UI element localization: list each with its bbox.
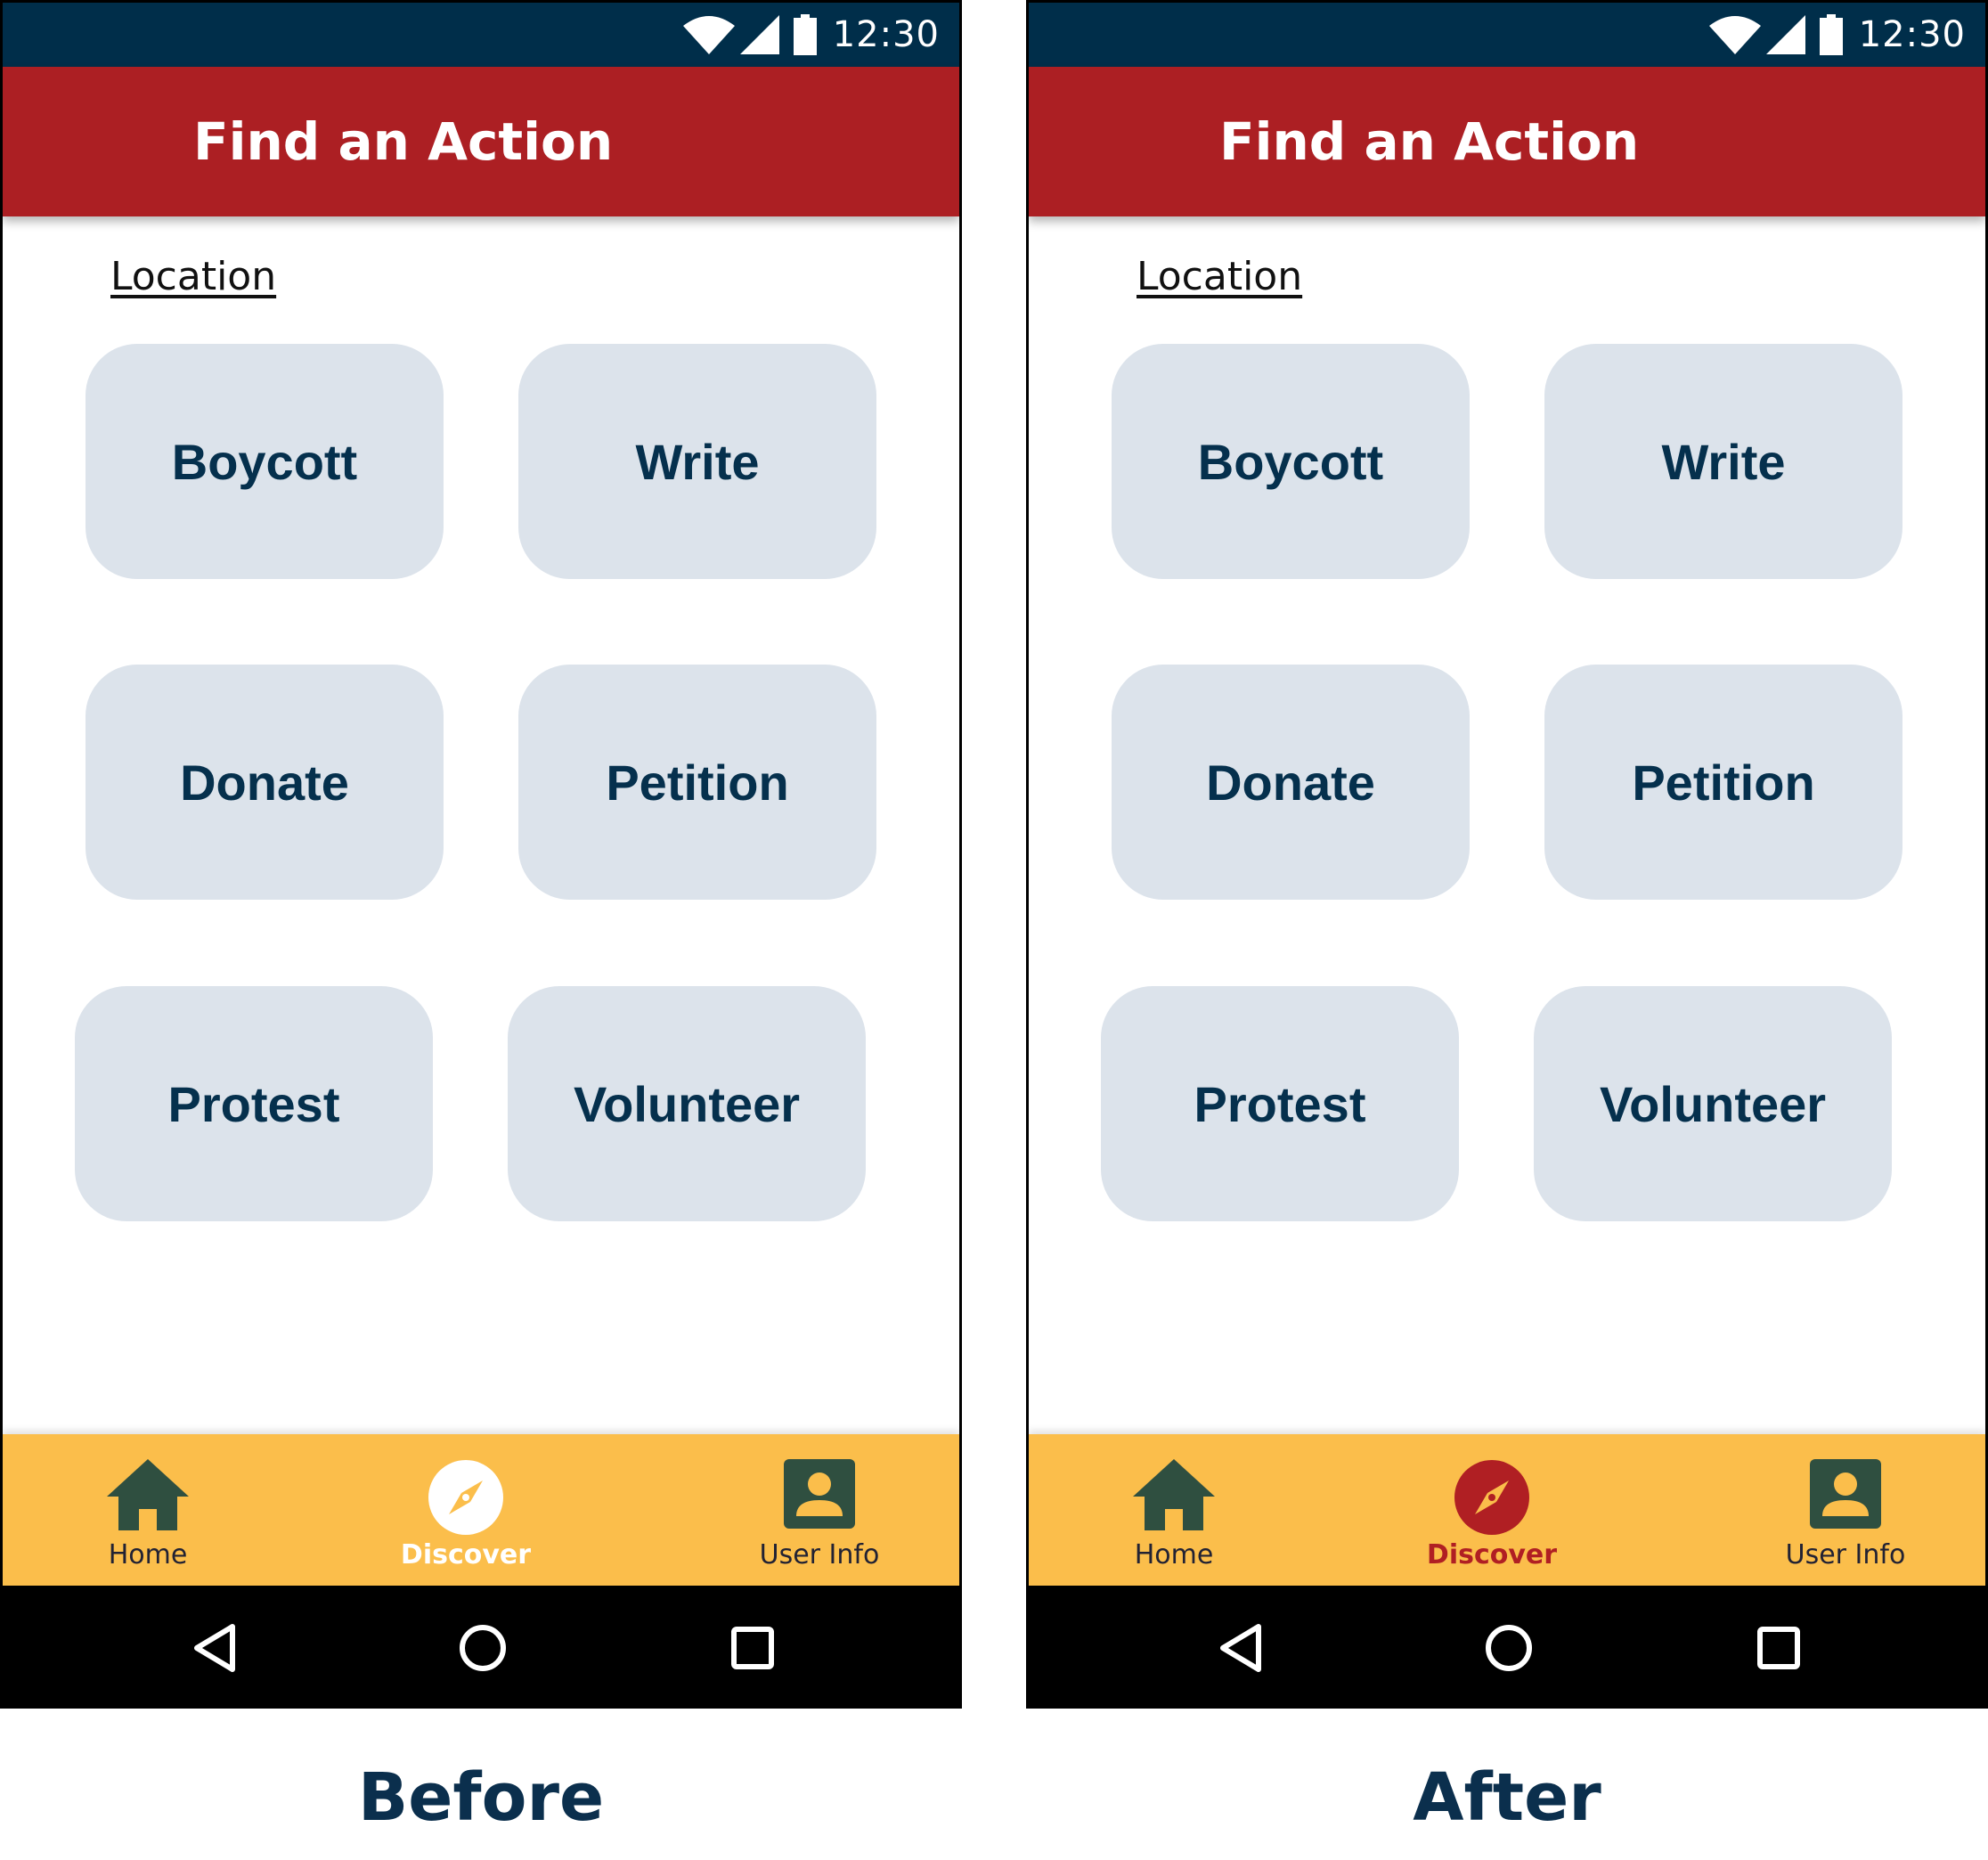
boycott-button[interactable]: Boycott <box>1112 344 1470 579</box>
petition-button[interactable]: Petition <box>518 665 876 900</box>
volunteer-button[interactable]: Volunteer <box>1534 986 1892 1221</box>
nav-home-label: Home <box>108 1539 188 1570</box>
status-icons: 12:30 <box>1708 3 1966 67</box>
phone-after: 12:30 Find an Action Location Boycott Wr… <box>1026 0 1988 1709</box>
page-title: Find an Action <box>1219 111 1640 172</box>
compass-icon <box>428 1459 504 1536</box>
donate-button[interactable]: Donate <box>1112 665 1470 900</box>
home-icon <box>1133 1459 1215 1530</box>
bottom-nav: Home Discover User Info <box>3 1434 959 1586</box>
status-time: 12:30 <box>832 14 940 55</box>
volunteer-button[interactable]: Volunteer <box>508 986 866 1221</box>
write-button[interactable]: Write <box>518 344 876 579</box>
signal-icon <box>739 15 779 54</box>
page-title: Find an Action <box>193 111 614 172</box>
donate-button[interactable]: Donate <box>86 665 444 900</box>
status-bar: 12:30 <box>3 3 959 67</box>
status-icons: 12:30 <box>682 3 940 67</box>
nav-discover-label: Discover <box>1426 1539 1558 1570</box>
location-link[interactable]: Location <box>110 254 276 299</box>
system-nav-bar <box>3 1586 959 1706</box>
wifi-icon <box>682 15 735 54</box>
back-triangle-icon[interactable] <box>191 1623 238 1676</box>
nav-user-info-label: User Info <box>1785 1539 1906 1570</box>
system-nav-bar <box>1029 1586 1985 1706</box>
phone-before: 12:30 Find an Action Location Boycott Wr… <box>0 0 962 1709</box>
nav-user-info-label: User Info <box>759 1539 880 1570</box>
status-time: 12:30 <box>1858 14 1966 55</box>
home-circle-icon[interactable] <box>458 1623 508 1676</box>
nav-home[interactable]: Home <box>41 1434 255 1586</box>
boycott-button[interactable]: Boycott <box>86 344 444 579</box>
nav-discover[interactable]: Discover <box>1385 1434 1599 1586</box>
app-bar: Find an Action <box>1029 67 1985 216</box>
location-link[interactable]: Location <box>1137 254 1302 299</box>
nav-home[interactable]: Home <box>1067 1434 1281 1586</box>
protest-button[interactable]: Protest <box>1101 986 1459 1221</box>
petition-button[interactable]: Petition <box>1544 665 1902 900</box>
back-triangle-icon[interactable] <box>1218 1623 1264 1676</box>
caption-before: Before <box>357 1759 605 1836</box>
bottom-nav: Home Discover User Info <box>1029 1434 1985 1586</box>
recents-square-icon[interactable] <box>1756 1623 1802 1676</box>
nav-discover[interactable]: Discover <box>359 1434 573 1586</box>
battery-icon <box>793 14 817 55</box>
signal-icon <box>1765 15 1805 54</box>
wifi-icon <box>1708 15 1761 54</box>
nav-user-info[interactable]: User Info <box>1739 1434 1952 1586</box>
account-box-icon <box>784 1459 855 1529</box>
nav-home-label: Home <box>1134 1539 1214 1570</box>
write-button[interactable]: Write <box>1544 344 1902 579</box>
battery-icon <box>1819 14 1843 55</box>
compass-icon <box>1454 1459 1530 1536</box>
app-bar: Find an Action <box>3 67 959 216</box>
recents-square-icon[interactable] <box>729 1623 776 1676</box>
status-bar: 12:30 <box>1029 3 1985 67</box>
caption-after: After <box>1413 1759 1601 1836</box>
account-box-icon <box>1810 1459 1881 1529</box>
nav-user-info[interactable]: User Info <box>713 1434 926 1586</box>
nav-discover-label: Discover <box>400 1539 532 1570</box>
home-icon <box>107 1459 189 1530</box>
home-circle-icon[interactable] <box>1484 1623 1534 1676</box>
protest-button[interactable]: Protest <box>75 986 433 1221</box>
